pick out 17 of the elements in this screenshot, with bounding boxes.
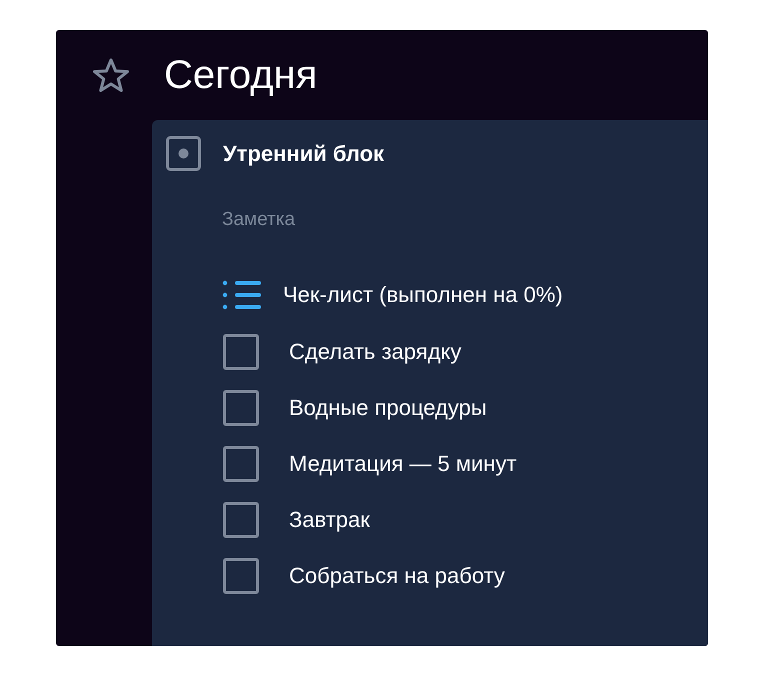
checkbox[interactable] (223, 502, 259, 538)
checkbox[interactable] (223, 558, 259, 594)
task-status-icon[interactable] (166, 136, 201, 171)
star-icon[interactable] (91, 57, 131, 93)
note-field[interactable]: Заметка (222, 209, 522, 231)
checklist-item-label: Сделать зарядку (289, 339, 462, 365)
checkbox[interactable] (223, 390, 259, 426)
checklist-item-label: Собраться на работу (289, 563, 505, 589)
checklist-title: Чек-лист (выполнен на 0%) (283, 282, 563, 308)
checklist-item-label: Водные процедуры (289, 395, 487, 421)
list-icon (222, 280, 261, 310)
task-title: Утренний блок (223, 140, 384, 166)
checklist-item-label: Медитация — 5 минут (289, 451, 517, 477)
checklist-item-label: Завтрак (289, 507, 370, 533)
checkbox[interactable] (223, 446, 259, 482)
checkbox[interactable] (223, 334, 259, 370)
page-title: Сегодня (164, 55, 318, 95)
